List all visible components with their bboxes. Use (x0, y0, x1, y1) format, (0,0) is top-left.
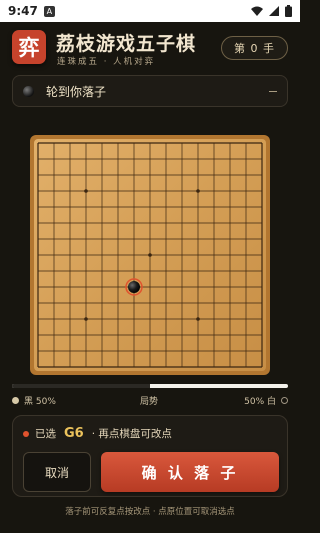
black-dot-icon (12, 397, 19, 404)
turn-indicator-panel[interactable]: 轮到你落子 (12, 75, 288, 107)
confirm-move-button[interactable]: 确 认 落 子 (101, 452, 279, 492)
star-point (196, 317, 200, 321)
black-stone-icon (23, 85, 34, 97)
app-logo: 弈 (12, 30, 46, 64)
move-counter-badge: 第 0 手 (221, 36, 288, 60)
page-title: 荔枝游戏五子棋 (56, 33, 197, 55)
page-subtitle: 连珠成五 · 人机对弈 (57, 57, 156, 67)
board-canvas[interactable] (30, 135, 270, 375)
battery-icon (285, 5, 292, 17)
star-point (148, 253, 152, 257)
preview-black-stone[interactable] (128, 281, 140, 293)
selected-prefix: 已选 (35, 428, 56, 440)
cancel-button[interactable]: 取消 (23, 452, 91, 492)
turn-indicator-text: 轮到你落子 (46, 84, 107, 99)
selection-dot-icon (23, 430, 29, 437)
star-point (84, 189, 88, 193)
footer-hint: 落子前可反复点按改点 · 点原位置可取消选点 (65, 507, 235, 517)
signal-icon (269, 6, 279, 16)
status-bar: 9:47 A (0, 0, 300, 22)
collapse-icon[interactable] (269, 90, 277, 92)
black-share-label: 黑 50% (24, 397, 56, 407)
selected-coordinate: G6 (64, 426, 84, 441)
board-stones (125, 278, 143, 296)
momentum-bar (12, 384, 288, 388)
white-dot-icon (281, 397, 288, 404)
wifi-icon (251, 6, 263, 16)
star-point (84, 317, 88, 321)
notification-icon: A (43, 5, 55, 17)
momentum-title: 局势 (140, 397, 159, 407)
gomoku-board[interactable] (30, 135, 270, 375)
selected-hint: · 再点棋盘可改点 (91, 428, 172, 440)
momentum-black-fill (12, 384, 150, 388)
white-share-label: 50% 白 (244, 397, 276, 407)
app-header: 弈 荔枝游戏五子棋 连珠成五 · 人机对弈 第 0 手 (0, 22, 300, 72)
momentum-labels: 黑 50% 局势 50% 白 (12, 394, 288, 408)
selected-point-row: 已选 G6 · 再点棋盘可改点 (23, 426, 172, 441)
star-point (196, 189, 200, 193)
status-time: 9:47 (8, 4, 38, 18)
move-confirm-panel: 已选 G6 · 再点棋盘可改点 取消 确 认 落 子 (12, 415, 288, 497)
